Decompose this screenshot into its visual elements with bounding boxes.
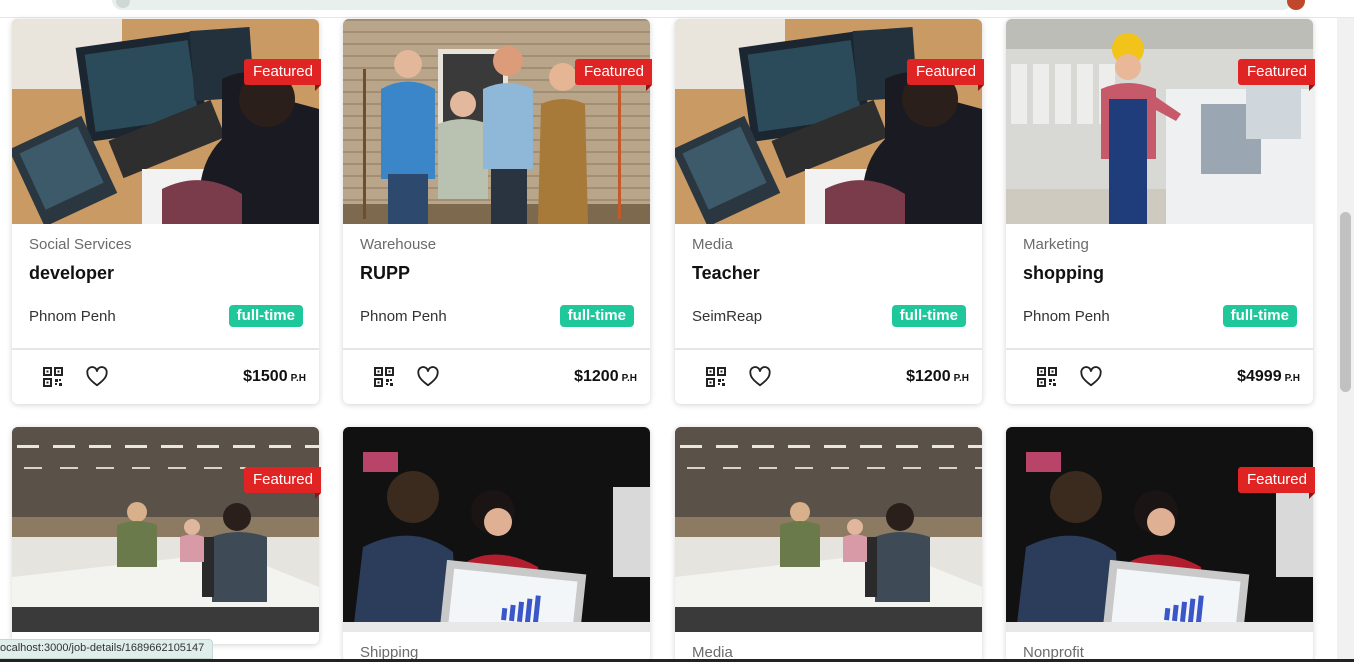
price-unit: P.H bbox=[953, 373, 969, 384]
job-price: $1500 P.H bbox=[243, 368, 306, 386]
price-unit: P.H bbox=[621, 373, 637, 384]
profile-avatar[interactable] bbox=[1287, 0, 1305, 10]
job-card[interactable]: Shipping bbox=[343, 427, 650, 662]
browser-toolbar bbox=[0, 0, 1354, 18]
job-category: Marketing bbox=[1023, 236, 1089, 253]
price-value: $1200 bbox=[574, 368, 619, 385]
job-type-badge: full-time bbox=[228, 305, 303, 327]
job-card[interactable]: Featured Warehouse RUPP Phnom Penh full-… bbox=[343, 19, 653, 404]
qr-code-icon[interactable] bbox=[373, 366, 395, 388]
job-photo[interactable] bbox=[1006, 19, 1313, 224]
featured-badge: Featured bbox=[1237, 467, 1316, 499]
job-photo[interactable] bbox=[343, 427, 650, 632]
job-title[interactable]: Teacher bbox=[692, 263, 966, 283]
job-info: Social Services developer Phnom Penh ful… bbox=[12, 224, 319, 328]
featured-badge: Featured bbox=[1237, 59, 1316, 91]
qr-code-icon[interactable] bbox=[705, 366, 727, 388]
featured-badge: Featured bbox=[906, 59, 985, 91]
featured-badge: Featured bbox=[243, 467, 322, 499]
job-card[interactable]: Featured bbox=[12, 427, 322, 644]
job-type-badge: full-time bbox=[1222, 305, 1297, 327]
price-unit: P.H bbox=[290, 373, 306, 384]
job-info: Media Teacher SeimReap full-time bbox=[675, 224, 982, 328]
address-bar[interactable] bbox=[112, 0, 1292, 10]
job-info: Media bbox=[675, 632, 982, 662]
heart-icon[interactable] bbox=[86, 366, 108, 388]
job-meta-row: Phnom Penh full-time bbox=[29, 304, 303, 328]
job-photo[interactable] bbox=[1006, 427, 1313, 632]
job-meta-row: Phnom Penh full-time bbox=[360, 304, 634, 328]
job-info: Shipping bbox=[343, 632, 650, 662]
job-type-badge: full-time bbox=[559, 305, 634, 327]
featured-badge: Featured bbox=[574, 59, 653, 91]
job-card-footer: $1200 P.H bbox=[675, 348, 982, 404]
job-category: Media bbox=[692, 236, 733, 253]
job-info: Warehouse RUPP Phnom Penh full-time bbox=[343, 224, 650, 328]
job-price: $4999 P.H bbox=[1237, 368, 1300, 386]
job-info: Nonprofit bbox=[1006, 632, 1313, 662]
job-card-footer: $4999 P.H bbox=[1006, 348, 1313, 404]
job-card[interactable]: Featured Social Services developer Phnom… bbox=[12, 19, 322, 404]
job-location: Phnom Penh bbox=[360, 307, 447, 325]
qr-code-icon[interactable] bbox=[1036, 366, 1058, 388]
job-title[interactable]: RUPP bbox=[360, 263, 634, 283]
price-unit: P.H bbox=[1284, 373, 1300, 384]
job-info: Marketing shopping Phnom Penh full-time bbox=[1006, 224, 1313, 328]
job-card[interactable]: Media bbox=[675, 427, 982, 662]
job-location: Phnom Penh bbox=[29, 307, 116, 325]
job-title[interactable]: shopping bbox=[1023, 263, 1297, 283]
job-category: Social Services bbox=[29, 236, 132, 253]
scrollbar[interactable] bbox=[1337, 18, 1354, 662]
job-photo[interactable] bbox=[12, 19, 319, 224]
price-value: $1500 bbox=[243, 368, 288, 385]
job-card[interactable]: Featured Nonprofit bbox=[1006, 427, 1316, 662]
heart-icon[interactable] bbox=[749, 366, 771, 388]
qr-code-icon[interactable] bbox=[42, 366, 64, 388]
job-card-footer: $1200 P.H bbox=[343, 348, 650, 404]
heart-icon[interactable] bbox=[417, 366, 439, 388]
link-status-bar: ocalhost:3000/job-details/1689662105147 bbox=[0, 639, 214, 659]
job-meta-row: Phnom Penh full-time bbox=[1023, 304, 1297, 328]
job-photo[interactable] bbox=[675, 427, 982, 632]
job-price: $1200 P.H bbox=[906, 368, 969, 386]
job-type-badge: full-time bbox=[891, 305, 966, 327]
job-location: SeimReap bbox=[692, 307, 763, 325]
scrollbar-thumb[interactable] bbox=[1340, 212, 1351, 392]
job-category: Warehouse bbox=[360, 236, 437, 253]
featured-badge: Featured bbox=[243, 59, 322, 91]
job-photo[interactable] bbox=[675, 19, 982, 224]
job-meta-row: SeimReap full-time bbox=[692, 304, 966, 328]
price-value: $1200 bbox=[906, 368, 951, 385]
job-location: Phnom Penh bbox=[1023, 307, 1110, 325]
price-value: $4999 bbox=[1237, 368, 1282, 385]
job-card-footer: $1500 P.H bbox=[12, 348, 319, 404]
job-card[interactable]: Featured Marketing shopping Phnom Penh f… bbox=[1006, 19, 1316, 404]
job-title[interactable]: developer bbox=[29, 263, 303, 283]
job-photo[interactable] bbox=[12, 427, 319, 632]
job-photo[interactable] bbox=[343, 19, 650, 224]
heart-icon[interactable] bbox=[1080, 366, 1102, 388]
job-price: $1200 P.H bbox=[574, 368, 637, 386]
job-card[interactable]: Featured Media Teacher SeimReap full-tim… bbox=[675, 19, 985, 404]
